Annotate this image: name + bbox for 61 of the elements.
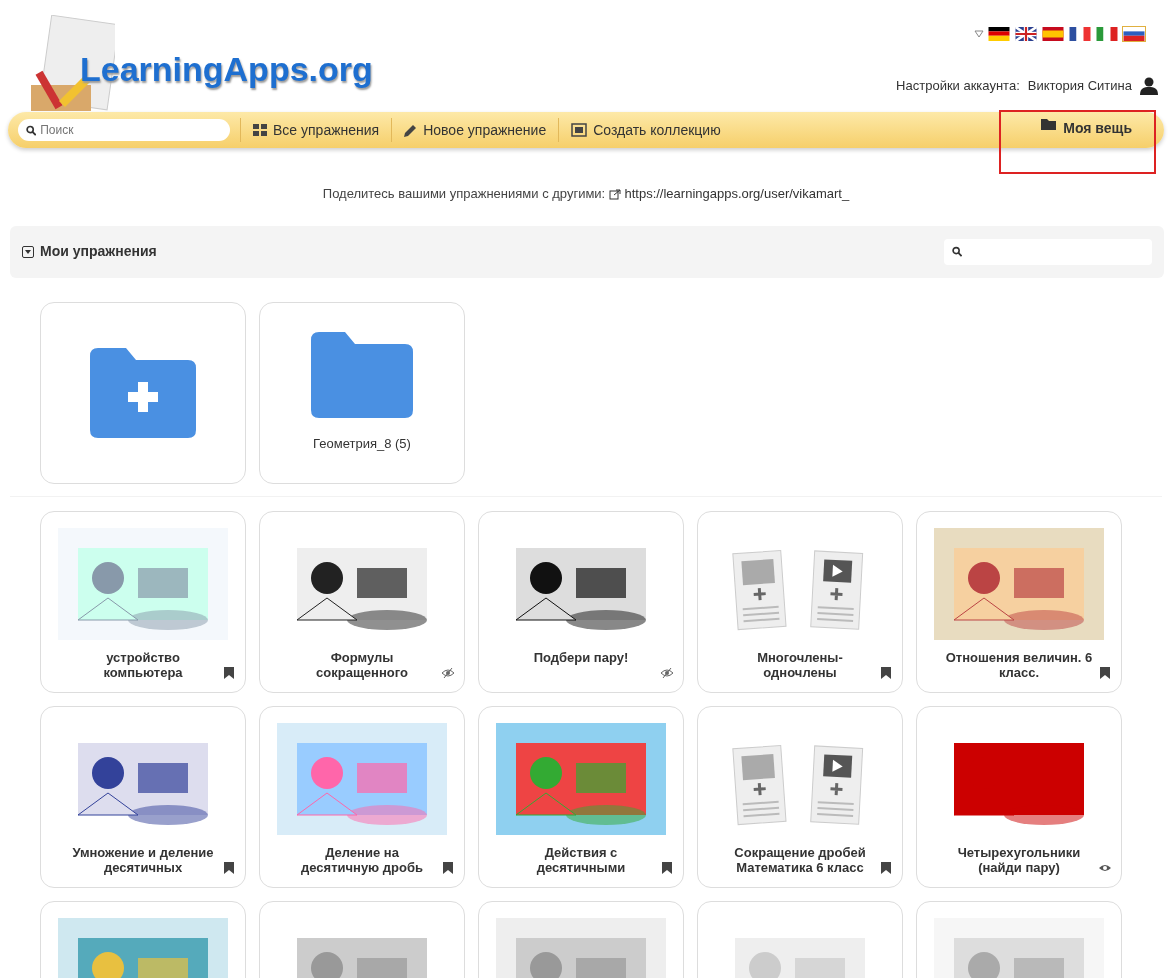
flag-icon[interactable] (1014, 26, 1038, 42)
app-title: Формулы сокращенного (315, 649, 409, 680)
folder-card[interactable] (40, 301, 246, 484)
bookmark-icon[interactable] (880, 665, 892, 680)
app-title: Четырехугольники (найди пару) (956, 844, 1082, 875)
app-card[interactable]: устройство компьютера (40, 510, 246, 693)
bookmark-icon[interactable] (223, 665, 235, 680)
app-card[interactable]: Многочлены-одночлены (697, 510, 903, 693)
folder-icon (1041, 118, 1058, 131)
share-text: Поделитесь вашими упражнениями с другими: https://learningapps.org/user/vikamart_ (321, 185, 851, 203)
bookmark-icon[interactable] (661, 860, 673, 875)
app-card[interactable]: Отношения величин. 6 класс. (916, 510, 1122, 693)
share-link[interactable]: https://learningapps.org/user/vikamart_ (608, 186, 850, 201)
app-card[interactable]: Формулы сокращенного (259, 510, 465, 693)
folder-icon (311, 331, 413, 418)
app-title: Подбери пару! (532, 649, 630, 665)
nav-tab[interactable]: Моя вещь (1001, 112, 1154, 172)
flag-icon[interactable] (1068, 26, 1092, 42)
nav-tab[interactable]: Создать коллекцию (558, 118, 733, 142)
account-label: Настройки аккаунта: (896, 77, 1020, 95)
flag-icon[interactable] (1122, 26, 1146, 42)
logo-text[interactable]: LearningApps.org (80, 44, 373, 95)
external-link-icon (608, 189, 621, 201)
panel-title: Мои упражнения (40, 242, 157, 261)
app-title: Отношения величин. 6 класс. (945, 649, 1093, 680)
bookmark-icon[interactable] (880, 860, 892, 875)
flag-icon[interactable] (987, 26, 1011, 42)
grid-icon (253, 124, 267, 136)
folder-title: Геометрия_8 (5) (313, 434, 411, 453)
hidden-icon[interactable] (661, 665, 673, 680)
nav-tab[interactable]: Новое упражнение (391, 118, 559, 142)
new-folder-icon (90, 347, 196, 438)
app-title: Многочлены-одночлены (756, 649, 844, 680)
app-title: устройство компьютера (102, 649, 184, 680)
app-title: Сокращение дробей Математика 6 класс (733, 844, 867, 875)
dropdown-icon[interactable] (974, 30, 984, 38)
app-title: Умножение и деление десятичных (71, 844, 215, 875)
search-icon (952, 246, 963, 257)
app-card[interactable]: Подбери пару! (478, 510, 684, 693)
hidden-icon[interactable] (442, 665, 454, 680)
bookmark-icon[interactable] (223, 860, 235, 875)
app-card[interactable]: Сокращение дробей Математика 6 класс (697, 705, 903, 888)
flag-icon[interactable] (1041, 26, 1065, 42)
nav-tab[interactable]: Все упражнения (240, 118, 392, 142)
app-card[interactable]: Действия с десятичными (478, 705, 684, 888)
search-icon (26, 124, 37, 136)
app-title: Действия с десятичными (535, 844, 627, 875)
app-card[interactable]: Четырехугольники (найди пару) (916, 705, 1122, 888)
bookmark-icon[interactable] (442, 860, 454, 875)
search-field[interactable] (944, 238, 1152, 265)
folder-card[interactable]: Геометрия_8 (5) (259, 301, 465, 484)
collapse-icon[interactable] (22, 245, 34, 258)
user-icon[interactable] (1140, 76, 1158, 95)
account-name-link[interactable]: Виктория Ситина (1027, 76, 1132, 96)
pencil-icon (404, 123, 418, 137)
search-field[interactable]: Поиск (18, 119, 230, 141)
app-title: Деление на десятичную дробь (300, 844, 424, 875)
app-card[interactable]: Деление на десятичную дробь (259, 705, 465, 888)
app-card[interactable]: Умножение и деление десятичных (40, 705, 246, 888)
bookmark-icon[interactable] (1099, 665, 1111, 680)
collection-icon (571, 123, 588, 137)
